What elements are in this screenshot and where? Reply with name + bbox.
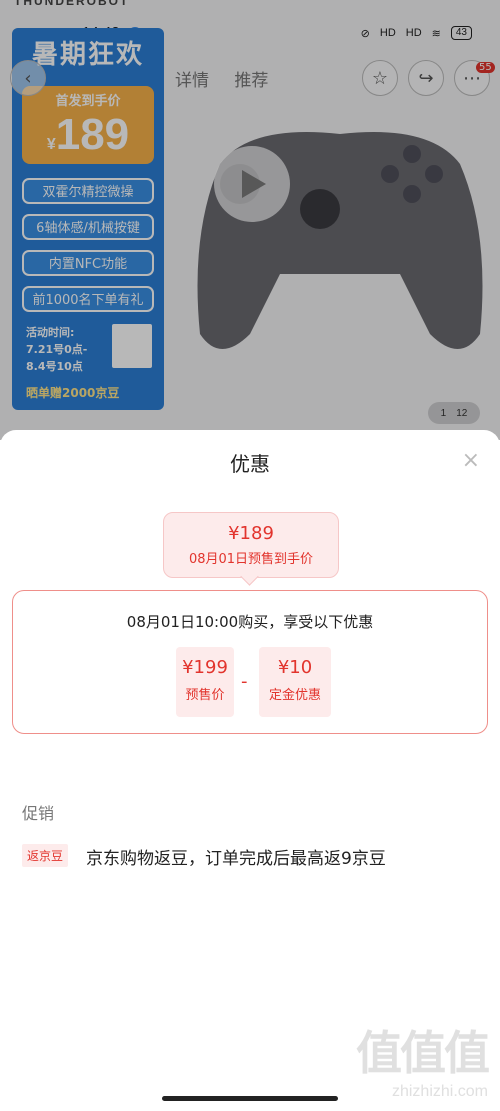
promotion-text: 京东购物返豆，订单完成后最高返9京豆 <box>86 849 386 869</box>
presale-amount: ¥199 <box>182 657 228 678</box>
presale-label: 预售价 <box>185 688 225 703</box>
sheet-title: 优惠 <box>230 452 270 476</box>
product-background: THUNDEROBOT 14:42 ↑ ⊘ HD HD ≋ 43 暑期狂欢 首发… <box>0 0 500 440</box>
discount-sheet: 优惠 × ¥189 08月01日预售到手价 08月01日10:00购买，享受以下… <box>0 430 500 1111</box>
close-icon[interactable]: × <box>462 448 480 473</box>
promotion-tag: 返京豆 <box>22 844 69 867</box>
offer-box: 08月01日10:00购买，享受以下优惠 ¥199 预售价 - ¥10 定金优惠 <box>12 590 488 734</box>
final-price-caption: 08月01日预售到手价 <box>188 552 314 567</box>
deposit-chip: ¥10 定金优惠 <box>259 647 331 717</box>
offer-heading: 08月01日10:00购买，享受以下优惠 <box>126 613 374 631</box>
deposit-amount: ¥10 <box>277 657 313 678</box>
modal-overlay[interactable] <box>0 0 500 440</box>
watermark-logo: 值值值 <box>356 1026 490 1080</box>
presale-chip: ¥199 预售价 <box>176 647 234 717</box>
final-price: ¥189 <box>228 523 274 544</box>
watermark-url: zhizhizhi.com <box>391 1083 488 1100</box>
home-indicator[interactable] <box>162 1096 338 1101</box>
watermark: 值值值 zhizhizhi.com <box>356 1017 490 1101</box>
promotions-heading: 促销 <box>22 804 55 823</box>
deposit-label: 定金优惠 <box>268 688 321 703</box>
minus-sign: - <box>241 671 248 692</box>
